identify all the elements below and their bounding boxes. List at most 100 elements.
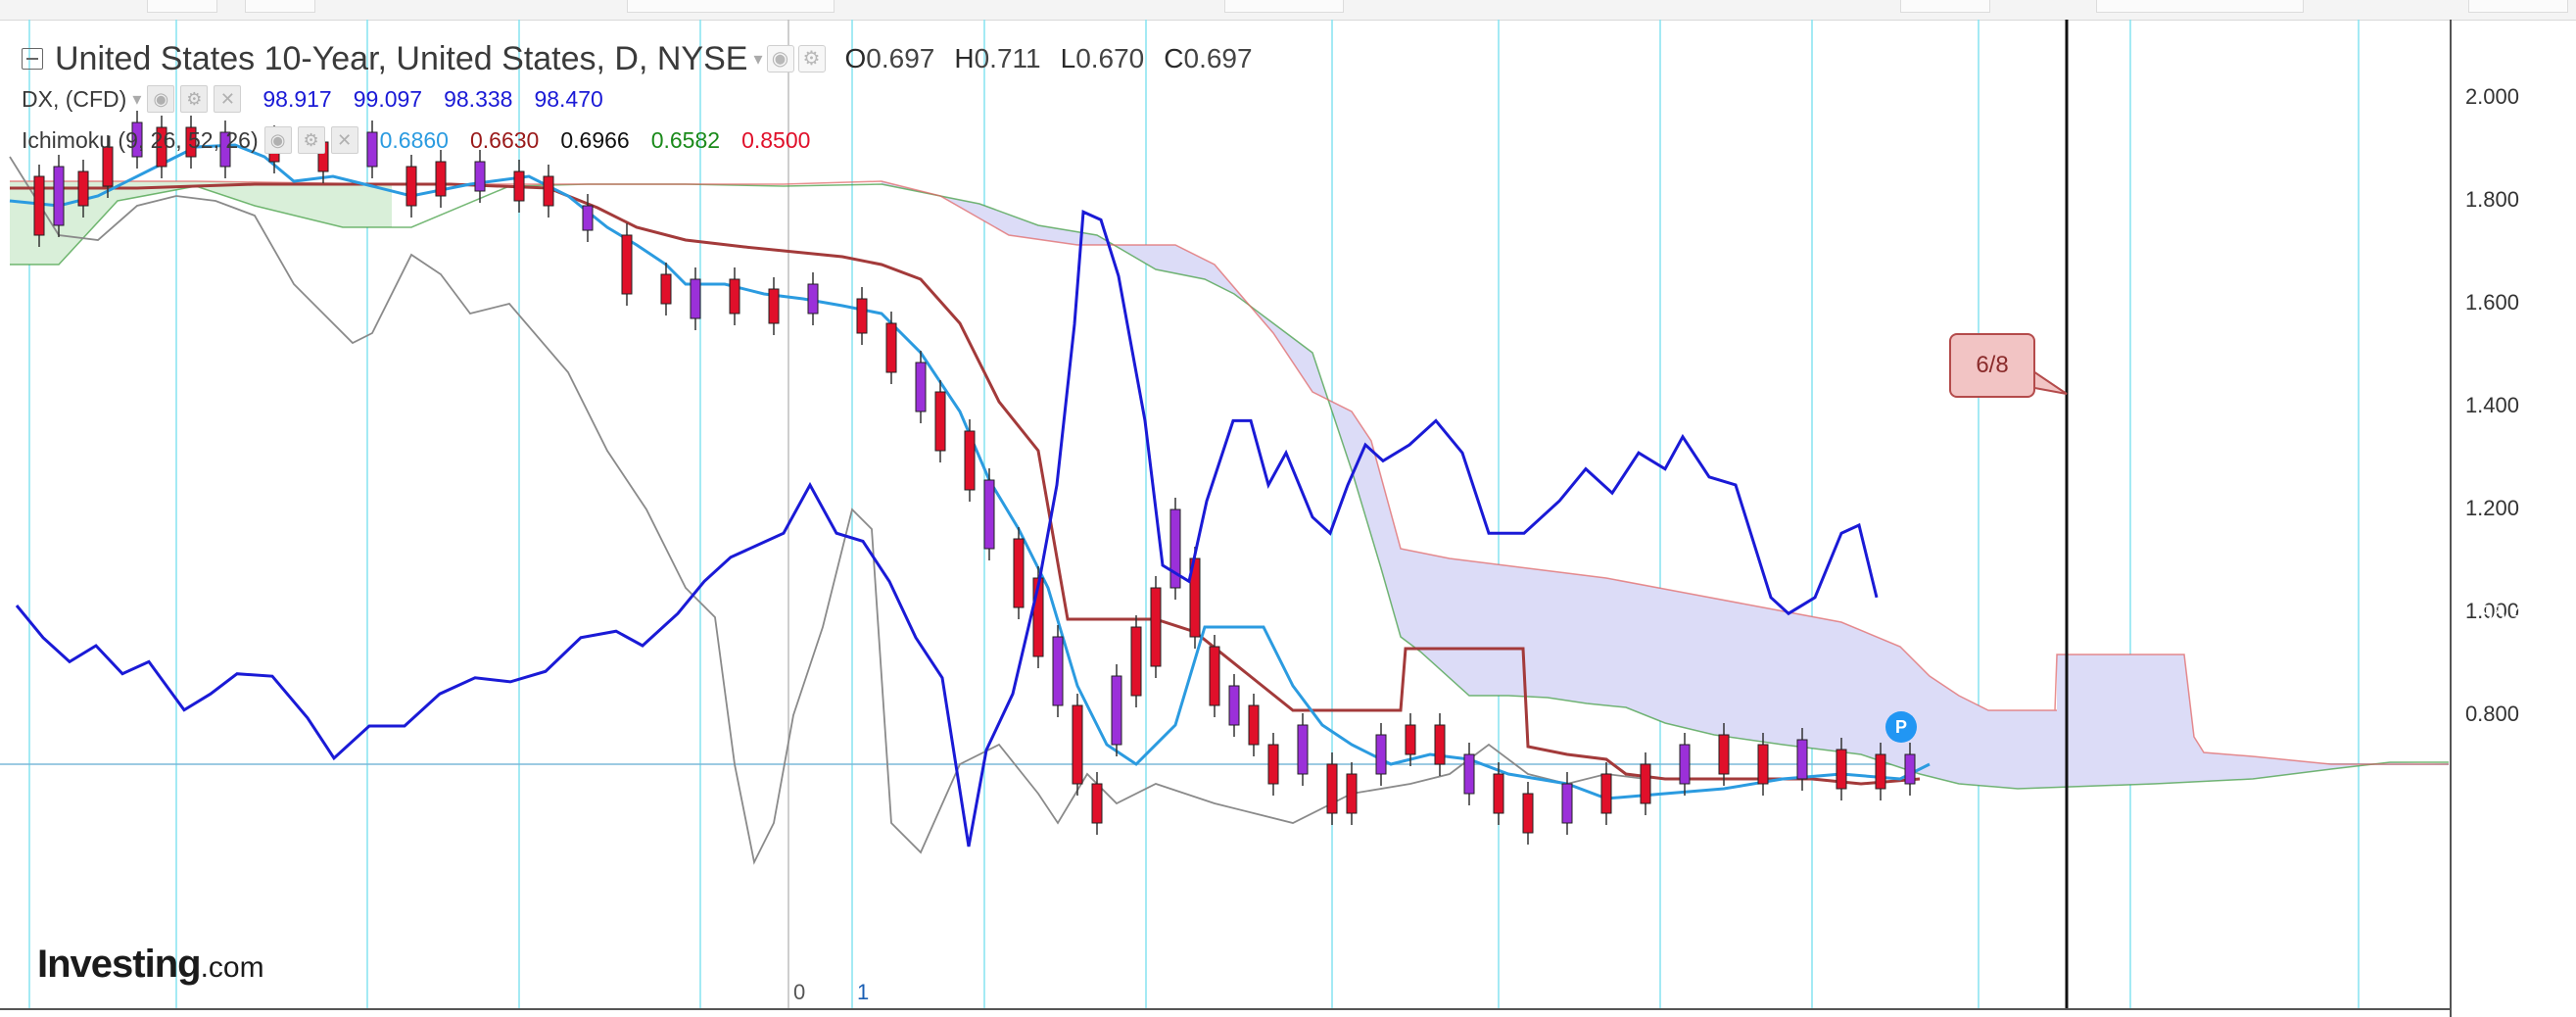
top-toolbar-strip bbox=[0, 0, 2576, 21]
price-axis-tick: 1.200 bbox=[2464, 496, 2519, 520]
kijun-value: 0.6630 bbox=[469, 126, 540, 153]
candle-body bbox=[33, 175, 45, 236]
candle-body bbox=[474, 161, 486, 192]
candle-body bbox=[660, 273, 672, 305]
candle-body bbox=[1600, 773, 1612, 814]
time-axis-label: 0 bbox=[793, 980, 806, 1004]
ichimoku-legend-row: Ichimoku (9, 26, 52, 26) ◉ ⚙ ✕ 0.6860 0.… bbox=[22, 123, 810, 157]
eye-icon[interactable]: ◉ bbox=[766, 45, 794, 73]
price-tag-span-b: 0.698 bbox=[2466, 752, 2521, 777]
span-b-value: 0.8500 bbox=[741, 126, 811, 153]
candle-body bbox=[856, 298, 868, 334]
candle-body bbox=[1796, 739, 1808, 780]
eye-icon[interactable]: ◉ bbox=[263, 126, 292, 154]
candle-body bbox=[1346, 773, 1358, 814]
session-gridlines bbox=[28, 20, 2360, 1009]
chevron-down-icon[interactable]: ▾ bbox=[132, 89, 141, 110]
candle-body bbox=[1679, 744, 1691, 785]
ichimoku-label[interactable]: Ichimoku (9, 26, 52, 26) bbox=[22, 127, 259, 154]
price-tag-kijun: 0.663 bbox=[2466, 908, 2521, 933]
toolbar-tab[interactable] bbox=[245, 0, 315, 13]
toolbar-tab[interactable] bbox=[2468, 0, 2568, 13]
toolbar-tab[interactable] bbox=[2096, 0, 2304, 13]
candle-body bbox=[1405, 724, 1416, 755]
candle-body bbox=[690, 278, 701, 319]
toolbar-tab[interactable] bbox=[147, 0, 217, 13]
candle-body bbox=[1248, 704, 1260, 746]
tenkan-value: 0.6860 bbox=[379, 126, 449, 153]
event-marker-p[interactable]: P bbox=[1885, 711, 1917, 743]
ohlc-high: H0.711 bbox=[954, 43, 1041, 73]
candle-body bbox=[405, 166, 417, 207]
price-axis-tick: 1.800 bbox=[2464, 187, 2519, 212]
candle-body bbox=[543, 175, 554, 207]
candle-body bbox=[1875, 753, 1886, 790]
toolbar-tab[interactable] bbox=[627, 0, 835, 13]
dx-value-close: 98.470 bbox=[534, 85, 603, 112]
date-flag-label[interactable]: 6/8 bbox=[1949, 333, 2035, 398]
price-tag-chikou: 0.697 bbox=[2466, 814, 2521, 839]
candle-body bbox=[1522, 793, 1534, 834]
candle-body bbox=[915, 362, 927, 412]
ohlc-close: C0.697 bbox=[1164, 43, 1253, 73]
candle-body bbox=[1013, 538, 1025, 608]
symbol-title[interactable]: United States 10-Year, United States, D,… bbox=[55, 40, 747, 78]
candle-body bbox=[1836, 749, 1847, 790]
ohlc-low: L0.670 bbox=[1060, 43, 1145, 73]
candle-body bbox=[1561, 783, 1573, 824]
candle-body bbox=[1052, 636, 1064, 706]
candle-body bbox=[53, 166, 65, 226]
price-tag-last: 0.697 bbox=[2466, 783, 2521, 807]
candle-body bbox=[1267, 744, 1279, 785]
candle-body bbox=[1091, 783, 1103, 824]
dx-label[interactable]: DX, (CFD) bbox=[22, 86, 126, 113]
price-tag-span-a: 0.674 bbox=[2466, 877, 2521, 901]
dx-value-low: 98.338 bbox=[444, 85, 513, 112]
candle-body bbox=[807, 283, 819, 315]
candle-body bbox=[964, 430, 976, 491]
candle-body bbox=[1757, 744, 1769, 785]
price-chart[interactable] bbox=[0, 20, 2576, 1017]
eye-icon[interactable]: ◉ bbox=[147, 85, 175, 113]
dx-legend-row: DX, (CFD) ▾ ◉ ⚙ ✕ 98.917 99.097 98.338 9… bbox=[22, 82, 603, 116]
toolbar-tab[interactable] bbox=[1900, 0, 1990, 13]
time-axis-label: 1 bbox=[857, 980, 870, 1004]
chevron-down-icon[interactable]: ▾ bbox=[753, 49, 762, 70]
price-axis-tick: 0.800 bbox=[2464, 702, 2519, 726]
candle-body bbox=[582, 205, 594, 231]
candle-body bbox=[1640, 763, 1651, 804]
candle-body bbox=[621, 234, 633, 295]
candle-body bbox=[1493, 773, 1504, 814]
chikou-value: 0.6966 bbox=[560, 126, 630, 153]
collapse-legend-button[interactable] bbox=[22, 48, 43, 70]
candle-body bbox=[1209, 646, 1220, 706]
candle-body bbox=[1297, 724, 1309, 775]
candle-body bbox=[1718, 734, 1730, 775]
gear-icon[interactable]: ⚙ bbox=[797, 45, 826, 73]
candle-body bbox=[885, 322, 897, 373]
candle-body bbox=[1375, 734, 1387, 775]
toolbar-tab[interactable] bbox=[1224, 0, 1344, 13]
candle-body bbox=[1434, 724, 1446, 765]
candle-body bbox=[435, 161, 447, 197]
price-axis-tick: 1.600 bbox=[2464, 290, 2519, 315]
price-tag-tenkan: 0.686 bbox=[2466, 846, 2521, 870]
gear-icon[interactable]: ⚙ bbox=[297, 126, 325, 154]
span-a-value: 0.6582 bbox=[650, 126, 721, 153]
candle-body bbox=[729, 278, 740, 315]
ichimoku-cloud-bullish bbox=[10, 181, 392, 265]
price-axis-tick: 2.000 bbox=[2464, 84, 2519, 109]
candle-body bbox=[1150, 587, 1162, 667]
gear-icon[interactable]: ⚙ bbox=[180, 85, 209, 113]
dx-value-high: 99.097 bbox=[353, 85, 423, 112]
candle-body bbox=[1072, 704, 1083, 785]
close-icon[interactable]: ✕ bbox=[330, 126, 358, 154]
candle-body bbox=[1904, 753, 1916, 785]
candle-body bbox=[983, 479, 995, 550]
dx-price-tag: 98.470 bbox=[2481, 601, 2548, 625]
candle-body bbox=[1228, 685, 1240, 726]
candle-body bbox=[1326, 763, 1338, 814]
close-icon[interactable]: ✕ bbox=[214, 85, 242, 113]
investing-logo: Investing.com bbox=[37, 943, 264, 986]
candle-body bbox=[1111, 675, 1122, 746]
